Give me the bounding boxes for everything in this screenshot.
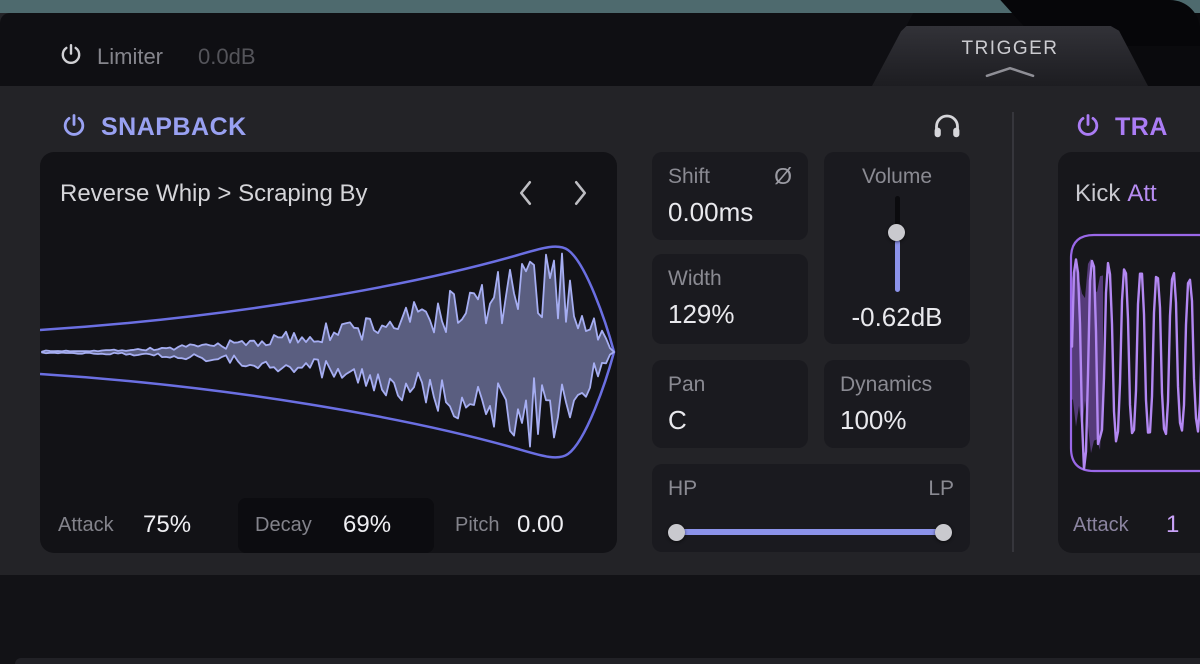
footer-panel-edge: [15, 658, 1200, 664]
pitch-label: Pitch: [455, 514, 499, 537]
snapback-waveform-display: [40, 222, 617, 492]
width-label: Width: [668, 267, 722, 291]
volume-label: Volume: [824, 165, 970, 189]
transient-preset-prefix: Kick: [1075, 180, 1120, 207]
pan-control[interactable]: Pan C: [652, 360, 808, 448]
lowpass-label: LP: [928, 477, 954, 501]
shift-label: Shift: [668, 165, 710, 189]
lowpass-slider-handle[interactable]: [935, 524, 952, 541]
attack-label: Attack: [58, 514, 114, 537]
footer-area: [0, 575, 1200, 664]
transient-power-icon[interactable]: [1074, 112, 1102, 140]
filter-control: HP LP: [652, 464, 970, 552]
pan-label: Pan: [668, 373, 705, 397]
pitch-value[interactable]: 0.00: [517, 511, 564, 539]
volume-slider-knob[interactable]: [888, 224, 905, 241]
section-divider: [1012, 112, 1014, 552]
limiter-power-icon[interactable]: [58, 42, 84, 68]
transient-attack-value[interactable]: 1: [1166, 511, 1179, 539]
limiter-label: Limiter: [97, 44, 163, 70]
phase-invert-icon[interactable]: Ø: [774, 163, 792, 190]
trigger-tab-label: TRIGGER: [872, 38, 1148, 60]
volume-slider-track-lower[interactable]: [895, 240, 900, 292]
shift-control[interactable]: Shift Ø 0.00ms: [652, 152, 808, 240]
transient-preset-suffix: Att: [1127, 180, 1156, 207]
trigger-tab[interactable]: TRIGGER: [872, 26, 1148, 86]
highpass-label: HP: [668, 477, 697, 501]
attack-value[interactable]: 75%: [143, 511, 191, 539]
transient-waveform-panel: Kick Att Attack 1: [1058, 152, 1200, 553]
snapback-preset-name[interactable]: Reverse Whip > Scraping By: [60, 180, 367, 208]
shift-value: 0.00ms: [668, 197, 753, 228]
highpass-slider-handle[interactable]: [668, 524, 685, 541]
pan-value: C: [668, 405, 687, 436]
decay-control[interactable]: Decay 69%: [238, 498, 434, 553]
volume-value: -0.62dB: [824, 302, 970, 333]
snapback-waveform-panel: Reverse Whip > Scraping By Attack 75% De…: [40, 152, 617, 553]
limiter-value[interactable]: 0.0dB: [198, 44, 256, 70]
filter-slider-track[interactable]: [676, 529, 944, 535]
dynamics-value: 100%: [840, 405, 907, 436]
volume-control[interactable]: Volume -0.62dB: [824, 152, 970, 344]
decay-label: Decay: [255, 514, 312, 537]
decay-value: 69%: [343, 511, 391, 539]
headphones-icon[interactable]: [930, 109, 964, 143]
transient-preset-name[interactable]: Kick Att: [1075, 180, 1157, 208]
preset-previous-button[interactable]: [518, 180, 534, 206]
dynamics-label: Dynamics: [840, 373, 932, 397]
preset-next-button[interactable]: [573, 180, 589, 206]
width-control[interactable]: Width 129%: [652, 254, 808, 344]
transient-waveform-display: [1058, 222, 1200, 492]
transient-attack-label: Attack: [1073, 514, 1129, 537]
width-value: 129%: [668, 299, 735, 330]
dynamics-control[interactable]: Dynamics 100%: [824, 360, 970, 448]
snapback-section-title: SNAPBACK: [101, 113, 247, 142]
transient-section-title: TRA: [1115, 113, 1168, 142]
plugin-window: Limiter 0.0dB TRIGGER SNAPBACK Reverse W…: [0, 0, 1200, 664]
snapback-power-icon[interactable]: [60, 112, 88, 140]
chevron-up-icon: [985, 66, 1035, 78]
